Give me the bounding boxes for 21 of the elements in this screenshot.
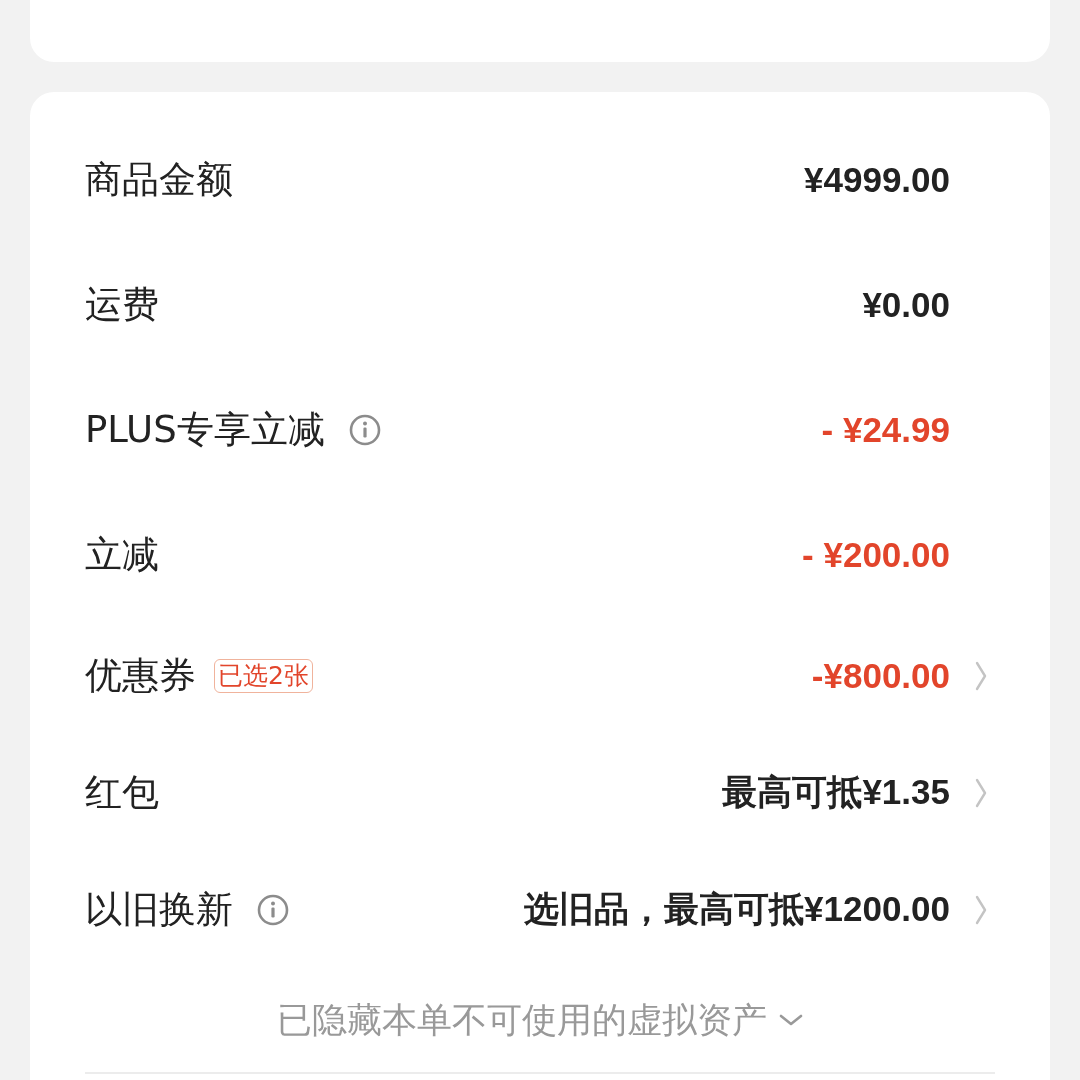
coupon-count-tag: 已选2张 <box>214 658 313 693</box>
chevron-right-icon[interactable] <box>975 660 987 691</box>
amount-value[interactable]: 最高可抵¥1.35 <box>722 769 950 816</box>
amount-value: ¥4999.00 <box>804 159 950 200</box>
amount-value[interactable]: -¥800.00 <box>811 655 950 696</box>
row-label: 以旧换新 <box>85 886 233 933</box>
row-label: 运费 <box>85 281 159 328</box>
chevron-right-icon[interactable] <box>975 894 987 925</box>
chevron-down-icon[interactable] <box>779 1014 803 1026</box>
chevron-right-icon[interactable] <box>975 777 987 808</box>
info-icon[interactable] <box>348 413 381 446</box>
row-label: PLUS专享立减 <box>85 406 325 453</box>
amount-value: - ¥24.99 <box>821 409 950 450</box>
amount-value[interactable]: 选旧品，最高可抵¥1200.00 <box>524 886 950 933</box>
row-label: 立减 <box>85 531 159 578</box>
amount-value: ¥0.00 <box>862 284 950 325</box>
info-icon[interactable] <box>257 893 289 926</box>
row-label: 商品金额 <box>85 156 233 203</box>
row-label: 红包 <box>85 769 159 816</box>
row-label: 优惠券 <box>85 652 196 699</box>
amount-value: - ¥200.00 <box>802 534 950 575</box>
